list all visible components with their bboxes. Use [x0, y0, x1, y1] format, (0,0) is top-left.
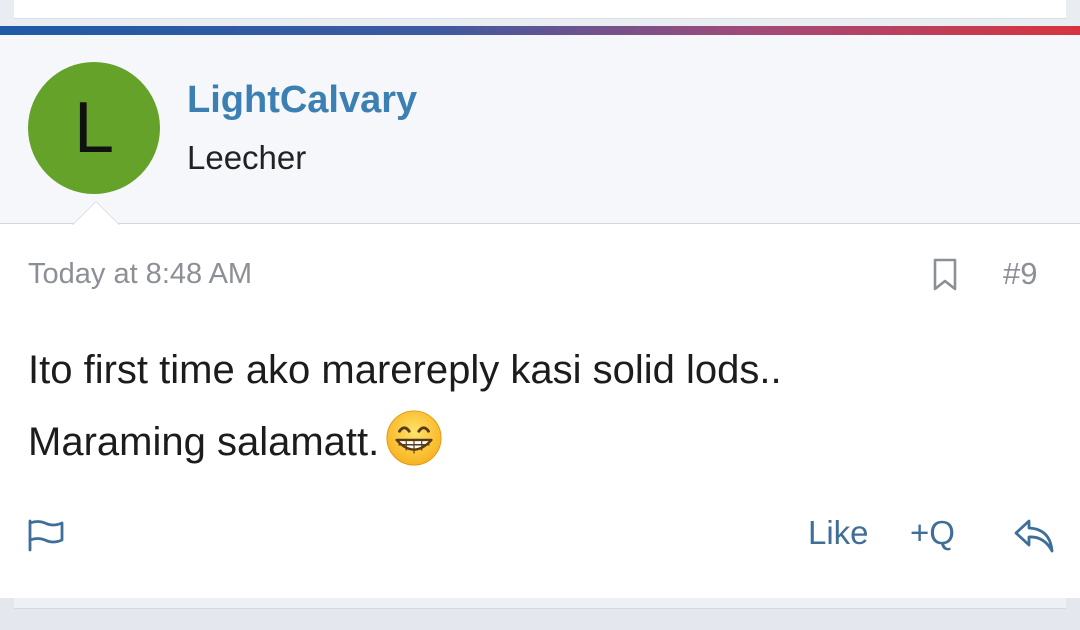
previous-post-edge [0, 0, 1080, 26]
message-line-2: Maraming salamatt. [28, 420, 380, 464]
message-line-1: Ito first time ako marereply kasi solid … [28, 348, 782, 392]
grinning-face-with-smiling-eyes-icon [386, 410, 442, 466]
avatar[interactable]: L [28, 62, 160, 194]
multiquote-button[interactable]: +Q [910, 514, 955, 552]
post-accent-bar [0, 26, 1080, 35]
reply-arrow-icon[interactable] [1012, 515, 1056, 555]
user-header-pointer [72, 201, 120, 225]
avatar-letter: L [73, 88, 115, 168]
user-title: Leecher [187, 139, 307, 176]
flag-icon[interactable] [27, 518, 65, 552]
post-user-header: L LightCalvary Leecher [0, 35, 1080, 224]
message-line-2-wrap: Maraming salamatt. [28, 406, 1028, 478]
username-link[interactable]: LightCalvary [187, 79, 417, 122]
post-message: Ito first time ako marereply kasi solid … [28, 334, 1028, 478]
post-timestamp[interactable]: Today at 8:48 AM [28, 258, 252, 291]
forum-post: L LightCalvary Leecher Today at 8:48 AM … [0, 26, 1080, 598]
previous-post-card-bottom [14, 0, 1066, 19]
bookmark-icon[interactable] [932, 258, 958, 292]
next-post-edge [0, 598, 1080, 630]
post-number-link[interactable]: #9 [1003, 256, 1037, 292]
like-button[interactable]: Like [808, 514, 869, 552]
post-card-shadow [14, 598, 1066, 609]
